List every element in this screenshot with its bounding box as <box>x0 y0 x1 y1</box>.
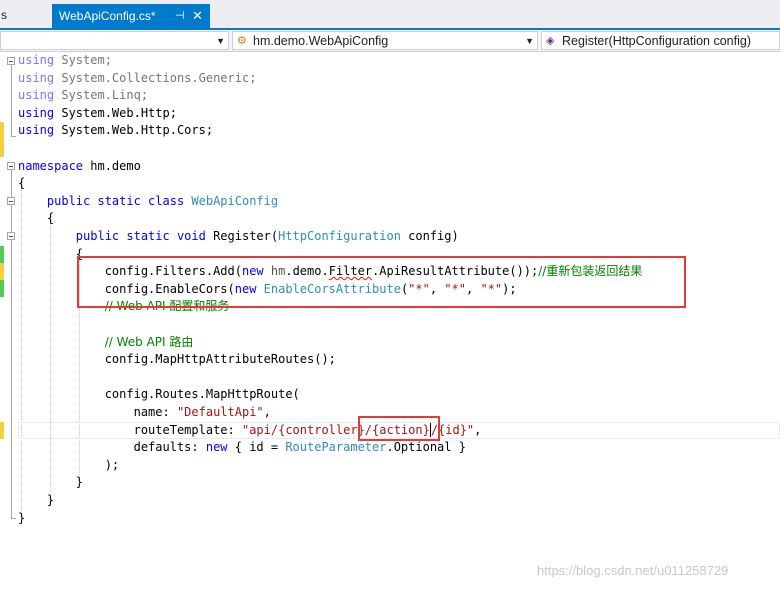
annotation-box-filters-cors <box>77 256 686 308</box>
tab-webapiconfig[interactable]: WebApiConfig.cs* ⊣ ✕ <box>52 4 210 28</box>
code-line: using System.Collections.Generic; <box>18 70 257 85</box>
outline-line <box>11 170 12 518</box>
chevron-down-icon: ▼ <box>216 36 225 46</box>
chevron-down-icon: ▼ <box>525 36 534 46</box>
member-dropdown-value: Register(HttpConfiguration config) <box>562 34 751 48</box>
code-line: { <box>75 246 84 261</box>
code-line: public static class WebApiConfig <box>46 193 279 208</box>
class-dropdown-value: hm.demo.WebApiConfig <box>253 34 389 48</box>
collapse-icon[interactable] <box>7 162 15 170</box>
code-line: using System.Web.Http.Cors; <box>18 123 214 138</box>
code-line: } <box>18 510 26 525</box>
navigation-bar: ▼ ⚙ hm.demo.WebApiConfig ▼ ◈ Register(Ht… <box>0 30 780 52</box>
class-dropdown[interactable]: ⚙ hm.demo.WebApiConfig ▼ <box>232 31 538 50</box>
watermark-url: https://blog.csdn.net/u011258729 <box>537 563 729 578</box>
project-dropdown[interactable]: ▼ <box>0 31 229 50</box>
method-icon: ◈ <box>546 35 555 47</box>
code-line: // Web API 路由 <box>104 334 194 349</box>
outline-end <box>11 518 16 519</box>
outline-line <box>11 65 12 136</box>
code-line: { <box>46 211 55 226</box>
pin-icon[interactable]: ⊣ <box>175 4 185 28</box>
outline-end <box>11 136 16 137</box>
change-marker <box>0 122 4 157</box>
member-dropdown[interactable]: ◈ Register(HttpConfiguration config) <box>541 31 780 50</box>
collapse-icon[interactable] <box>7 57 15 65</box>
annotation-box-action <box>358 416 440 441</box>
change-marker <box>0 280 4 297</box>
code-line: using System.Web.Http; <box>18 105 177 120</box>
code-line: } <box>75 475 84 490</box>
change-marker <box>0 263 4 280</box>
code-line: name: "DefaultApi", <box>133 405 271 419</box>
code-editor[interactable]: using System; using System.Collections.G… <box>0 52 780 592</box>
code-line: config.Routes.MapHttpRoute( <box>104 387 300 402</box>
code-line: public static void Register(HttpConfigur… <box>75 229 459 243</box>
code-line: using System; <box>18 53 112 67</box>
tab-previous-document[interactable]: s <box>0 4 7 26</box>
change-marker <box>0 246 4 263</box>
change-marker <box>0 422 4 439</box>
code-line: } <box>46 493 55 507</box>
close-icon[interactable]: ✕ <box>192 4 203 28</box>
code-line: using System.Linq; <box>18 88 149 103</box>
code-line: { <box>18 176 26 191</box>
code-line: config.MapHttpAttributeRoutes(); <box>104 352 336 367</box>
code-line: defaults: new { id = RouteParameter.Opti… <box>133 440 466 455</box>
code-line: namespace hm.demo <box>18 158 141 173</box>
document-tab-strip: s WebApiConfig.cs* ⊣ ✕ <box>0 0 780 30</box>
collapse-icon[interactable] <box>7 232 15 240</box>
tab-label: WebApiConfig.cs* <box>59 9 156 23</box>
class-icon: ⚙ <box>237 35 247 47</box>
code-line: ); <box>104 457 120 472</box>
collapse-icon[interactable] <box>7 197 15 205</box>
